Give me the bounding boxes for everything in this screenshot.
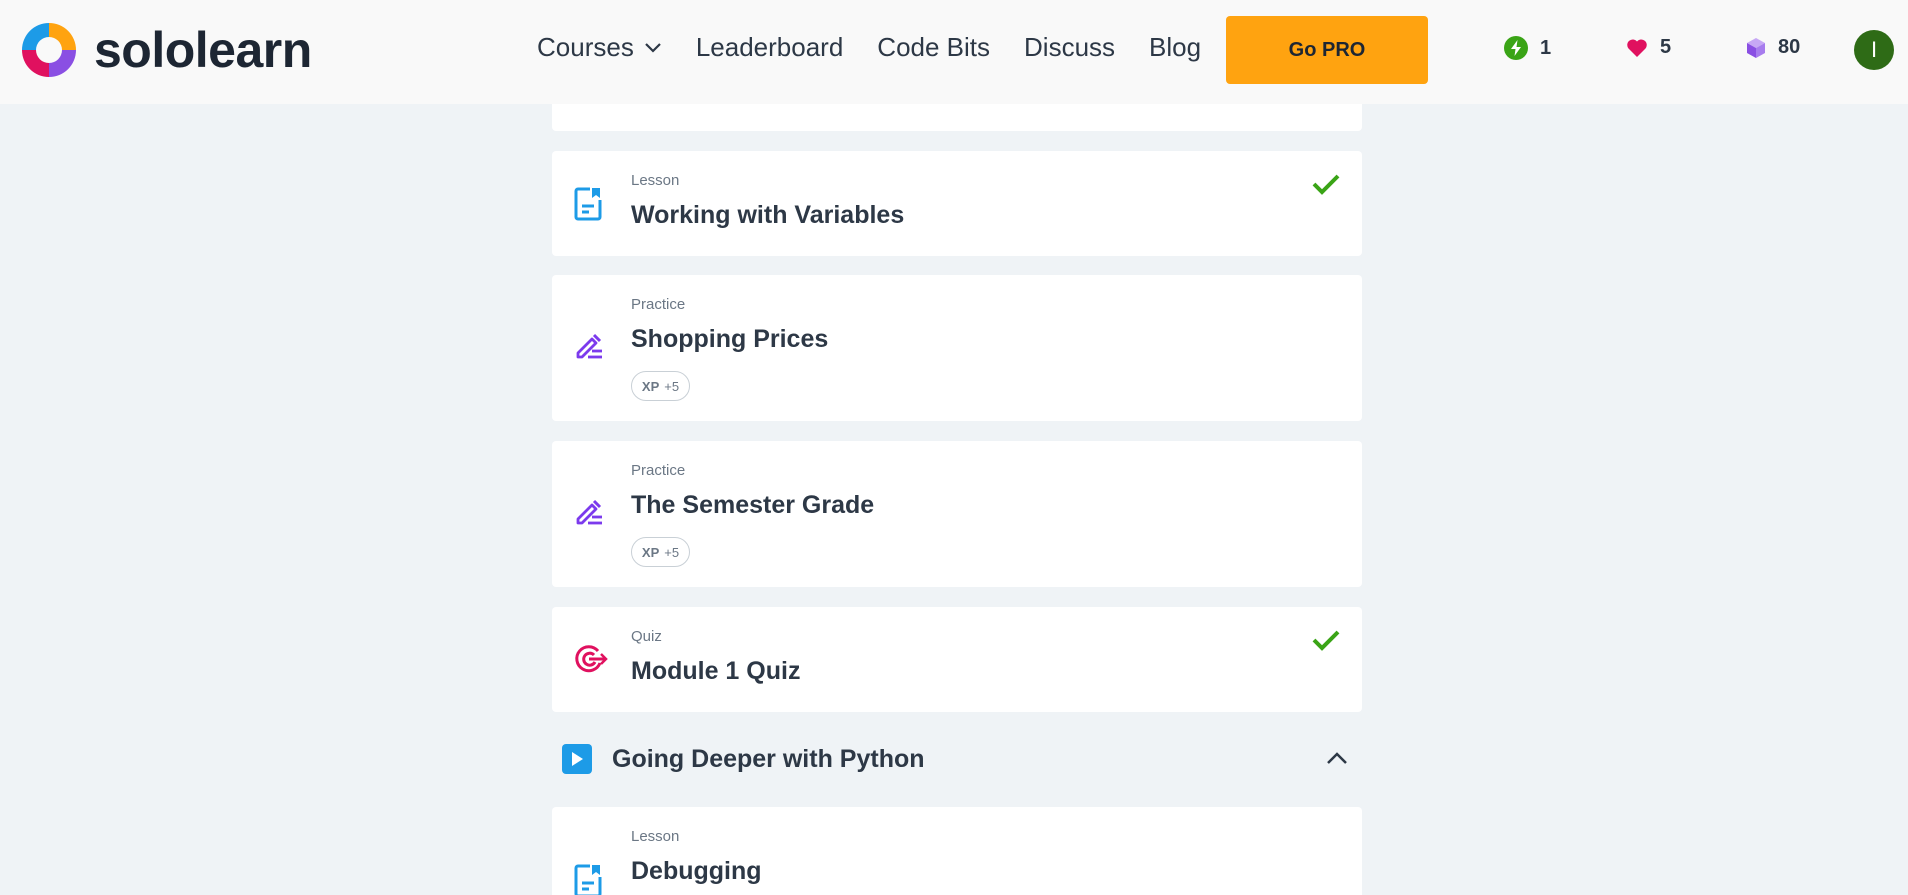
chevron-down-icon xyxy=(645,42,661,53)
xp-label: XP xyxy=(641,378,660,394)
nav-leaderboard[interactable]: Leaderboard xyxy=(696,32,843,63)
bits-counter[interactable]: 80 xyxy=(1746,36,1800,59)
check-icon xyxy=(1312,174,1340,195)
item-kind: Practice xyxy=(631,462,686,479)
xp-badge: XP +5 xyxy=(631,537,690,567)
sololearn-logo[interactable]: sololearn xyxy=(18,19,312,81)
bits-count: 80 xyxy=(1778,36,1801,58)
item-title: Module 1 Quiz xyxy=(631,657,801,685)
practice-icon xyxy=(576,333,602,359)
nav-courses[interactable]: Courses xyxy=(537,32,662,63)
item-kind: Lesson xyxy=(631,172,680,189)
top-navbar: sololearn Courses Leaderboard Code Bits … xyxy=(0,0,1908,104)
list-item[interactable]: Practice Shopping Prices XP +5 xyxy=(552,275,1362,421)
item-title: Shopping Prices xyxy=(631,325,829,353)
nav-code-bits[interactable]: Code Bits xyxy=(877,32,990,63)
list-item[interactable]: Quiz Module 1 Quiz xyxy=(552,607,1362,712)
nav-discuss[interactable]: Discuss xyxy=(1024,32,1115,63)
module-header[interactable]: Going Deeper with Python xyxy=(552,730,1362,788)
item-title: Debugging xyxy=(631,857,762,885)
heart-icon xyxy=(1627,38,1647,57)
hearts-counter[interactable]: 5 xyxy=(1626,36,1671,59)
xp-badge: XP +5 xyxy=(631,371,690,401)
sololearn-wordmark: sololearn xyxy=(94,22,312,78)
item-kind: Practice xyxy=(631,296,686,313)
item-title: Working with Variables xyxy=(631,201,905,229)
play-icon xyxy=(562,744,592,774)
list-item[interactable]: Lesson Debugging xyxy=(552,807,1362,895)
lesson-icon xyxy=(574,187,602,221)
main-nav: Courses Leaderboard Code Bits Discuss Bl… xyxy=(537,32,1235,63)
lesson-icon xyxy=(574,864,602,895)
xp-value: +5 xyxy=(664,544,680,560)
item-title: The Semester Grade xyxy=(631,491,875,519)
list-item[interactable]: Lesson Working with Variables xyxy=(552,151,1362,256)
quiz-target-icon xyxy=(575,645,608,673)
streak-counter[interactable]: 1 xyxy=(1504,36,1551,60)
lightning-icon xyxy=(1504,36,1528,60)
check-icon xyxy=(1312,630,1340,651)
go-pro-button[interactable]: Go PRO xyxy=(1226,16,1428,84)
nav-courses-label: Courses xyxy=(537,32,634,62)
streak-count: 1 xyxy=(1540,36,1552,59)
module-title: Going Deeper with Python xyxy=(612,744,925,773)
avatar[interactable]: I xyxy=(1854,30,1894,70)
sololearn-logo-icon xyxy=(22,23,76,77)
list-item[interactable]: Practice The Semester Grade XP +5 xyxy=(552,441,1362,587)
xp-label: XP xyxy=(641,544,660,560)
item-kind: Quiz xyxy=(631,628,662,645)
cube-icon xyxy=(1747,37,1765,58)
chevron-up-icon[interactable] xyxy=(1324,746,1350,772)
item-kind: Lesson xyxy=(631,828,680,845)
hearts-count: 5 xyxy=(1660,36,1672,58)
xp-value: +5 xyxy=(664,378,680,394)
practice-icon xyxy=(576,499,602,525)
nav-blog[interactable]: Blog xyxy=(1149,32,1201,63)
